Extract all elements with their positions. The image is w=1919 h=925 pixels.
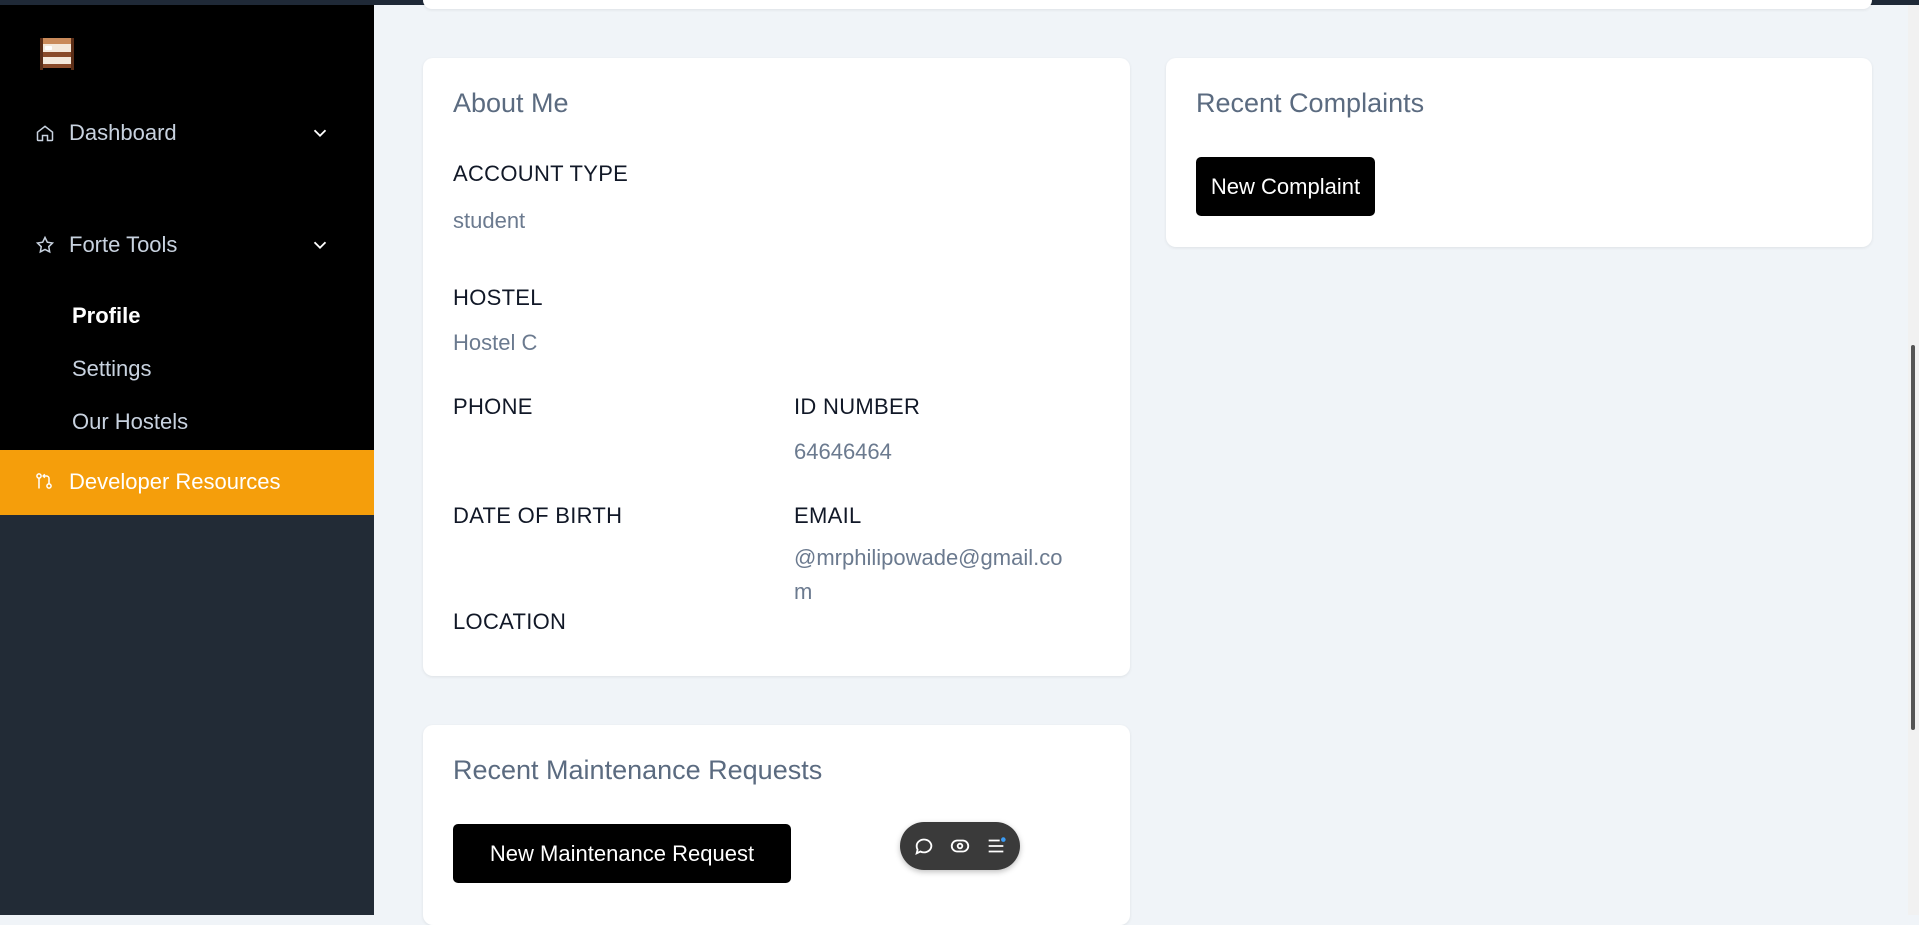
sidebar-item-label: Dashboard xyxy=(69,120,177,145)
phone-label: PHONE xyxy=(453,394,533,419)
eye-toggle-icon[interactable] xyxy=(949,835,971,857)
about-me-card: About Me ACCOUNT TYPE student HOSTEL Hos… xyxy=(423,58,1130,676)
hostel-value: Hostel C xyxy=(453,330,538,355)
card-title: About Me xyxy=(453,88,569,118)
sidebar: Dashboard Forte Tools Profile Settings O… xyxy=(0,5,374,915)
email-label: EMAIL xyxy=(794,503,862,528)
recent-maintenance-card: Recent Maintenance Requests New Maintena… xyxy=(423,725,1130,925)
home-icon xyxy=(34,122,56,144)
email-value-line1: @mrphilipowade@gmail.co xyxy=(794,545,1063,570)
account-type-label: ACCOUNT TYPE xyxy=(453,161,629,186)
sidebar-item-dashboard[interactable]: Dashboard xyxy=(0,118,374,148)
location-label: LOCATION xyxy=(453,609,567,634)
date-of-birth-label: DATE OF BIRTH xyxy=(453,503,623,528)
scrollbar-thumb[interactable] xyxy=(1911,345,1915,730)
sidebar-item-profile[interactable]: Profile xyxy=(72,303,140,329)
sidebar-item-forte-tools[interactable]: Forte Tools xyxy=(0,230,374,260)
sidebar-item-developer-resources[interactable]: Developer Resources xyxy=(0,450,374,515)
sidebar-item-label: Developer Resources xyxy=(69,469,281,494)
sidebar-nav-area: Dashboard Forte Tools Profile Settings O… xyxy=(0,5,374,515)
sidebar-item-label: Forte Tools xyxy=(69,232,178,257)
card-title: Recent Complaints xyxy=(1196,88,1425,118)
id-number-value: 64646464 xyxy=(794,439,892,464)
chevron-down-icon[interactable] xyxy=(309,234,331,256)
star-icon xyxy=(34,234,56,256)
git-pull-request-icon xyxy=(34,471,56,493)
sidebar-item-settings[interactable]: Settings xyxy=(72,356,152,382)
hostel-label: HOSTEL xyxy=(453,285,543,310)
menu-list-icon[interactable] xyxy=(985,835,1007,857)
chevron-down-icon[interactable] xyxy=(309,122,331,144)
card-title: Recent Maintenance Requests xyxy=(453,755,823,785)
chat-bubble-icon[interactable] xyxy=(913,835,935,857)
new-maintenance-request-button[interactable]: New Maintenance Request xyxy=(453,824,791,883)
email-value-line2: m xyxy=(794,579,813,604)
floating-toolbar xyxy=(900,822,1020,870)
sidebar-item-our-hostels[interactable]: Our Hostels xyxy=(72,409,188,435)
previous-card-edge xyxy=(423,0,1872,9)
new-complaint-button[interactable]: New Complaint xyxy=(1196,157,1375,216)
account-type-value: student xyxy=(453,208,526,233)
id-number-label: ID NUMBER xyxy=(794,394,921,419)
hostel-logo[interactable] xyxy=(36,32,78,74)
recent-complaints-card: Recent Complaints New Complaint xyxy=(1166,58,1872,247)
